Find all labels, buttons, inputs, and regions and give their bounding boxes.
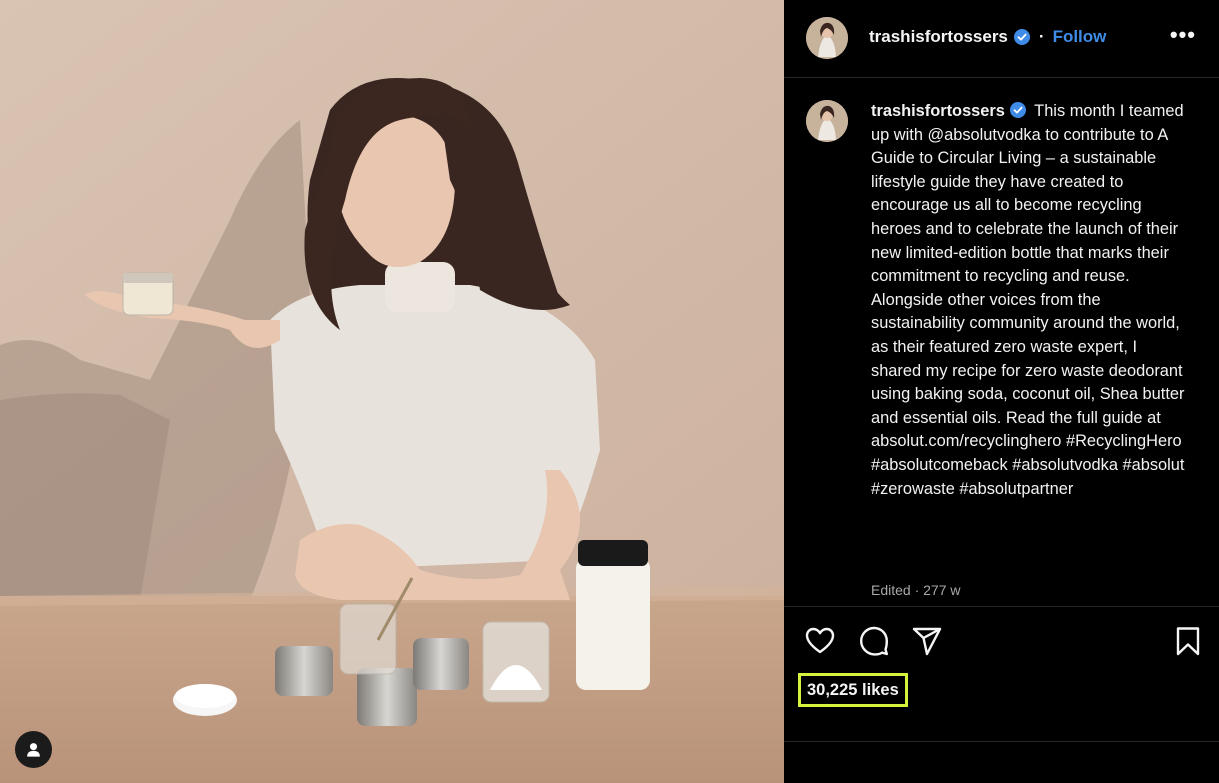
avatar-image (806, 100, 848, 142)
paper-plane-icon[interactable] (911, 625, 943, 657)
likes-label: 30,225 likes (807, 680, 899, 699)
caption-text: trashisfortossers This month I teamed up… (871, 100, 1191, 501)
separator-dot: · (1038, 27, 1045, 46)
user-icon (27, 743, 40, 757)
post-author-line: trashisfortossers · Follow (869, 27, 1106, 47)
likes-count[interactable]: 30,225 likes (798, 673, 908, 707)
avatar-image (806, 17, 848, 59)
caption-username-link[interactable]: trashisfortossers (871, 102, 1005, 120)
post-header: trashisfortossers · Follow ••• (784, 0, 1219, 78)
username-link[interactable]: trashisfortossers (869, 27, 1008, 47)
verified-badge-icon (1009, 102, 1026, 118)
more-options-button[interactable]: ••• (1170, 24, 1196, 46)
caption-section: trashisfortossers This month I teamed up… (784, 78, 1219, 606)
bookmark-icon[interactable] (1172, 625, 1204, 657)
divider (784, 741, 1219, 742)
caption-avatar[interactable] (806, 100, 848, 142)
edited-timestamp: Edited · 277 w (871, 582, 961, 598)
caption-body: This month I teamed up with @absolutvodk… (871, 102, 1185, 498)
verified-badge-icon (1013, 29, 1030, 45)
follow-button[interactable]: Follow (1053, 27, 1107, 47)
comment-icon[interactable] (858, 625, 890, 657)
post-sidebar: trashisfortossers · Follow ••• trashisfo… (784, 0, 1219, 783)
avatar[interactable] (806, 17, 848, 59)
post-photo[interactable] (0, 0, 784, 783)
tagged-users-button[interactable] (15, 731, 52, 768)
heart-icon[interactable] (804, 625, 836, 657)
post-actions: 30,225 likes (784, 606, 1219, 742)
post-image (0, 0, 784, 783)
